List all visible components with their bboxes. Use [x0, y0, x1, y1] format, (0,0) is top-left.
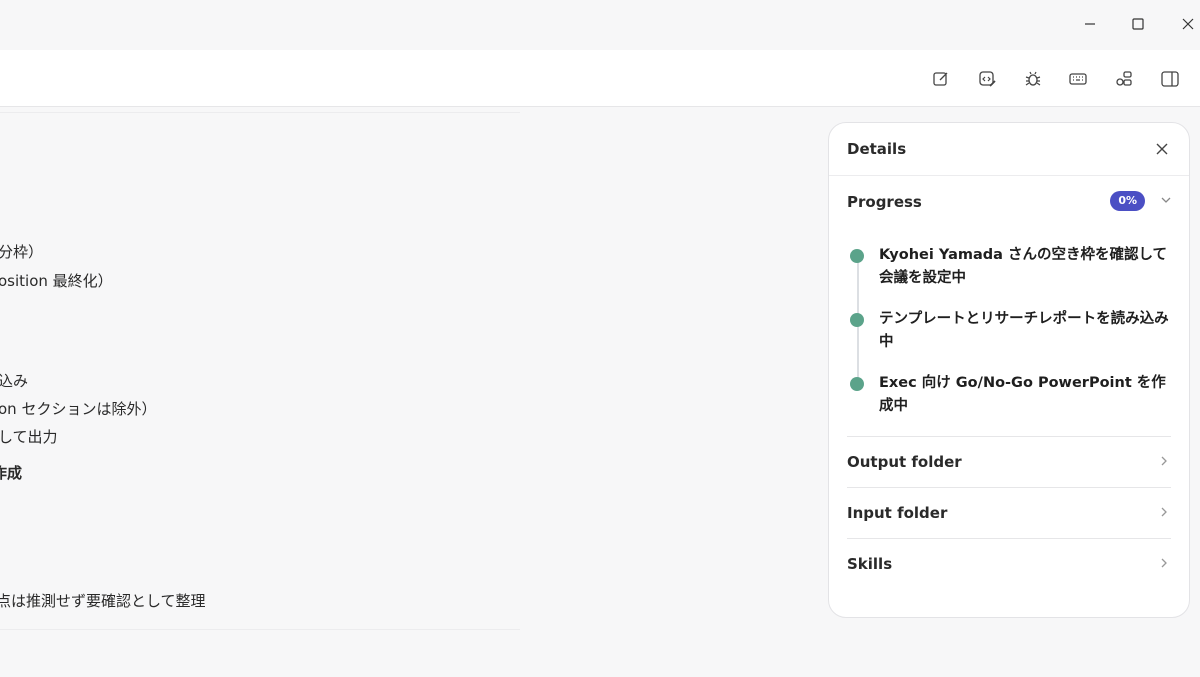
- progress-step-text: Kyohei Yamada さんの空き枠を確認して会議を設定中: [879, 247, 1168, 286]
- minimize-icon: [1085, 23, 1095, 25]
- details-close-button[interactable]: [1149, 136, 1175, 162]
- keyboard-button[interactable]: [1063, 64, 1093, 94]
- side-panel-icon: [1161, 71, 1179, 87]
- skills-label: Skills: [847, 555, 893, 573]
- connectors-button[interactable]: [1109, 64, 1139, 94]
- input-folder-label: Input folder: [847, 504, 948, 522]
- chevron-right-icon: [1161, 558, 1167, 568]
- chevron-right-icon: [1161, 507, 1167, 517]
- close-icon: [1156, 143, 1168, 155]
- window-close-button[interactable]: [1172, 8, 1200, 40]
- content-fragment: 分枠）: [0, 243, 44, 261]
- output-folder-label: Output folder: [847, 453, 962, 471]
- step-status-dot: [850, 377, 864, 391]
- content-fragment: on セクションは除外）: [0, 400, 157, 418]
- step-status-dot: [850, 313, 864, 327]
- step-status-dot: [850, 249, 864, 263]
- content-fragment: 込み: [0, 372, 29, 390]
- details-title: Details: [847, 140, 907, 158]
- minimize-button[interactable]: [1074, 8, 1106, 40]
- output-folder-row[interactable]: Output folder: [847, 436, 1171, 487]
- new-chat-button[interactable]: [926, 64, 956, 94]
- progress-step-text: Exec 向け Go/No-Go PowerPoint を作成中: [879, 375, 1166, 414]
- content-fragment: 点は推測せず要確認として整理: [0, 592, 206, 610]
- progress-toggle[interactable]: Progress 0%: [829, 183, 1189, 223]
- debug-button[interactable]: [1018, 64, 1048, 94]
- title-bar: [0, 0, 1200, 48]
- content-bottom-divider: [0, 629, 520, 630]
- maximize-button[interactable]: [1122, 8, 1154, 40]
- content-fragment-heading: 作成: [0, 464, 23, 482]
- top-toolbar: [0, 50, 1200, 107]
- connectors-icon: [1116, 71, 1132, 86]
- progress-step-text: テンプレートとリサーチレポートを読み込み中: [879, 311, 1169, 350]
- debug-icon: [1025, 71, 1041, 86]
- maximize-icon: [1132, 18, 1144, 30]
- close-icon: [1182, 18, 1194, 30]
- keyboard-icon: [1069, 73, 1087, 85]
- progress-badge: 0%: [1110, 191, 1145, 211]
- code-review-button[interactable]: [972, 64, 1002, 94]
- content-fragment: して出力: [0, 428, 58, 446]
- progress-label: Progress: [847, 193, 922, 211]
- code-review-icon: [979, 71, 996, 87]
- content-top-divider: [0, 112, 520, 113]
- chevron-right-icon: [1161, 456, 1167, 466]
- chevron-down-icon: [1161, 197, 1171, 203]
- panel-divider: [829, 175, 1189, 176]
- details-panel: Details Progress 0% Kyohei Yamada さんの空き枠…: [828, 122, 1190, 618]
- new-chat-icon: [933, 72, 948, 86]
- content-fragment: osition 最終化）: [0, 272, 113, 290]
- side-panel-button[interactable]: [1155, 64, 1185, 94]
- skills-row[interactable]: Skills: [847, 538, 1171, 589]
- input-folder-row[interactable]: Input folder: [847, 487, 1171, 538]
